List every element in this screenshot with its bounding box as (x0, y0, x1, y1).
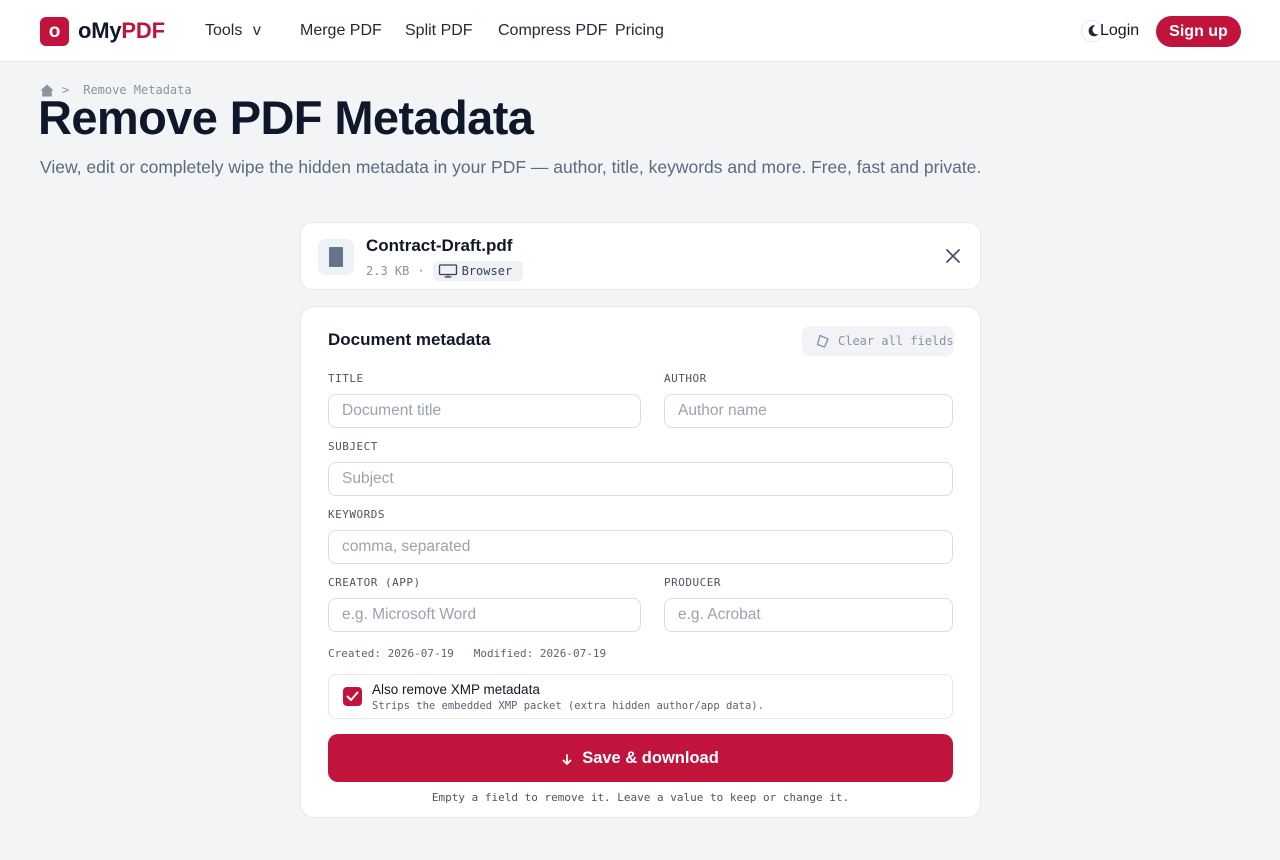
file-size: 2.3 KB (366, 264, 410, 278)
xmp-checkbox[interactable] (343, 687, 362, 706)
producer-label: PRODUCER (664, 576, 721, 589)
moon-icon (1088, 25, 1099, 37)
save-download-label: Save & download (582, 748, 719, 767)
creator-label: CREATOR (APP) (328, 576, 421, 589)
clear-all-fields-button[interactable]: Clear all fields (802, 326, 954, 356)
page-subtitle: View, edit or completely wipe the hidden… (40, 157, 982, 177)
xmp-option-description: Strips the embedded XMP packet (extra hi… (372, 700, 764, 712)
metadata-heading: Document metadata (328, 330, 491, 349)
close-icon (946, 249, 960, 263)
remove-file-button[interactable] (942, 245, 964, 267)
nav-tools-dropdown[interactable]: Tools v (205, 20, 261, 42)
page-title: Remove PDF Metadata (38, 91, 534, 144)
pdf-file-icon (318, 239, 354, 275)
checkmark-icon (346, 691, 359, 701)
clear-all-fields-label: Clear all fields (838, 334, 954, 348)
logo-letter: o (48, 20, 61, 42)
save-download-button[interactable]: Save & download (328, 734, 953, 782)
file-name: Contract-Draft.pdf (366, 236, 513, 255)
meta-dot: · (417, 264, 425, 278)
login-link[interactable]: Login (1100, 20, 1139, 42)
source-badge: Browser (432, 261, 524, 281)
producer-input[interactable] (664, 598, 953, 632)
subject-input[interactable] (328, 462, 953, 496)
creator-input[interactable] (328, 598, 641, 632)
document-dates: Created: 2026-07-19 Modified: 2026-07-19 (328, 647, 607, 660)
monitor-icon (438, 264, 457, 278)
file-meta: 2.3 KB · Browser (366, 261, 524, 281)
nav-merge-pdf[interactable]: Merge PDF (300, 20, 382, 42)
eraser-icon (816, 334, 829, 348)
brand-name[interactable]: oMyPDF (78, 17, 165, 45)
nav-split-pdf[interactable]: Split PDF (405, 20, 473, 42)
keywords-input[interactable] (328, 530, 953, 564)
keywords-label: KEYWORDS (328, 508, 385, 521)
metadata-form-card: Document metadata Clear all fields TITLE… (300, 306, 981, 818)
title-label: TITLE (328, 372, 364, 385)
source-label: Browser (461, 264, 513, 278)
uploaded-file-card: Contract-Draft.pdf 2.3 KB · Browser (300, 222, 981, 290)
title-input[interactable] (328, 394, 641, 428)
xmp-option[interactable]: Also remove XMP metadata Strips the embe… (328, 674, 953, 719)
brand-name-accent: PDF (121, 18, 165, 43)
brand-name-prefix: oMy (78, 18, 122, 43)
nav-pricing[interactable]: Pricing (615, 20, 664, 42)
form-footnote: Empty a field to remove it. Leave a valu… (431, 791, 850, 804)
top-navigation-bar: o oMyPDF Tools v Merge PDF Split PDF Com… (0, 0, 1280, 62)
nav-compress-pdf[interactable]: Compress PDF (498, 20, 607, 42)
chevron-down-icon: v (252, 22, 261, 39)
logo-mark[interactable]: o (40, 17, 69, 46)
download-arrow-icon (562, 754, 572, 765)
author-label: AUTHOR (664, 372, 707, 385)
author-input[interactable] (664, 394, 953, 428)
signup-button[interactable]: Sign up (1156, 16, 1241, 47)
subject-label: SUBJECT (328, 440, 378, 453)
xmp-option-title: Also remove XMP metadata (372, 682, 540, 697)
nav-tools-label: Tools (205, 22, 243, 39)
